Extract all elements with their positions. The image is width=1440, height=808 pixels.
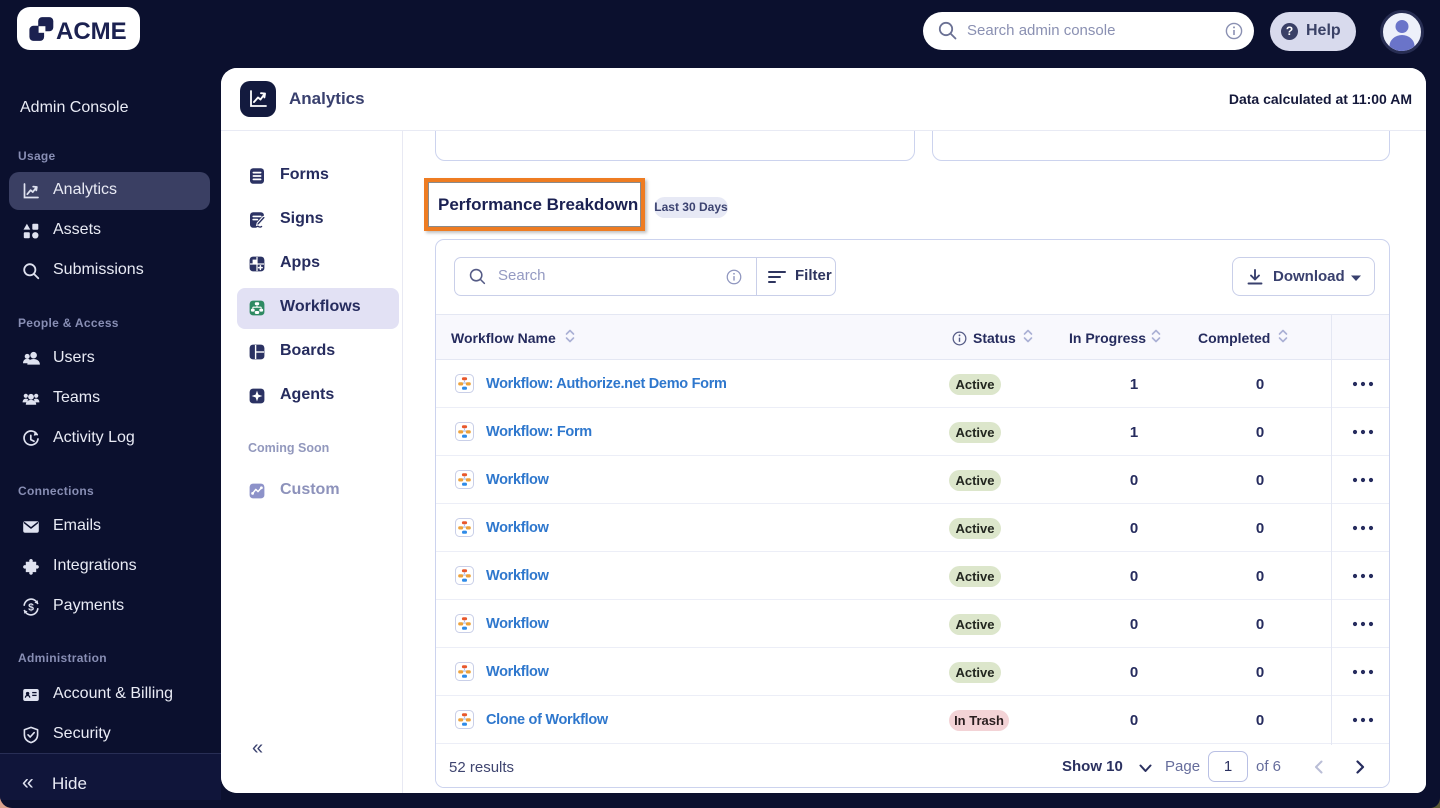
svg-text:$: $ [28, 602, 34, 614]
